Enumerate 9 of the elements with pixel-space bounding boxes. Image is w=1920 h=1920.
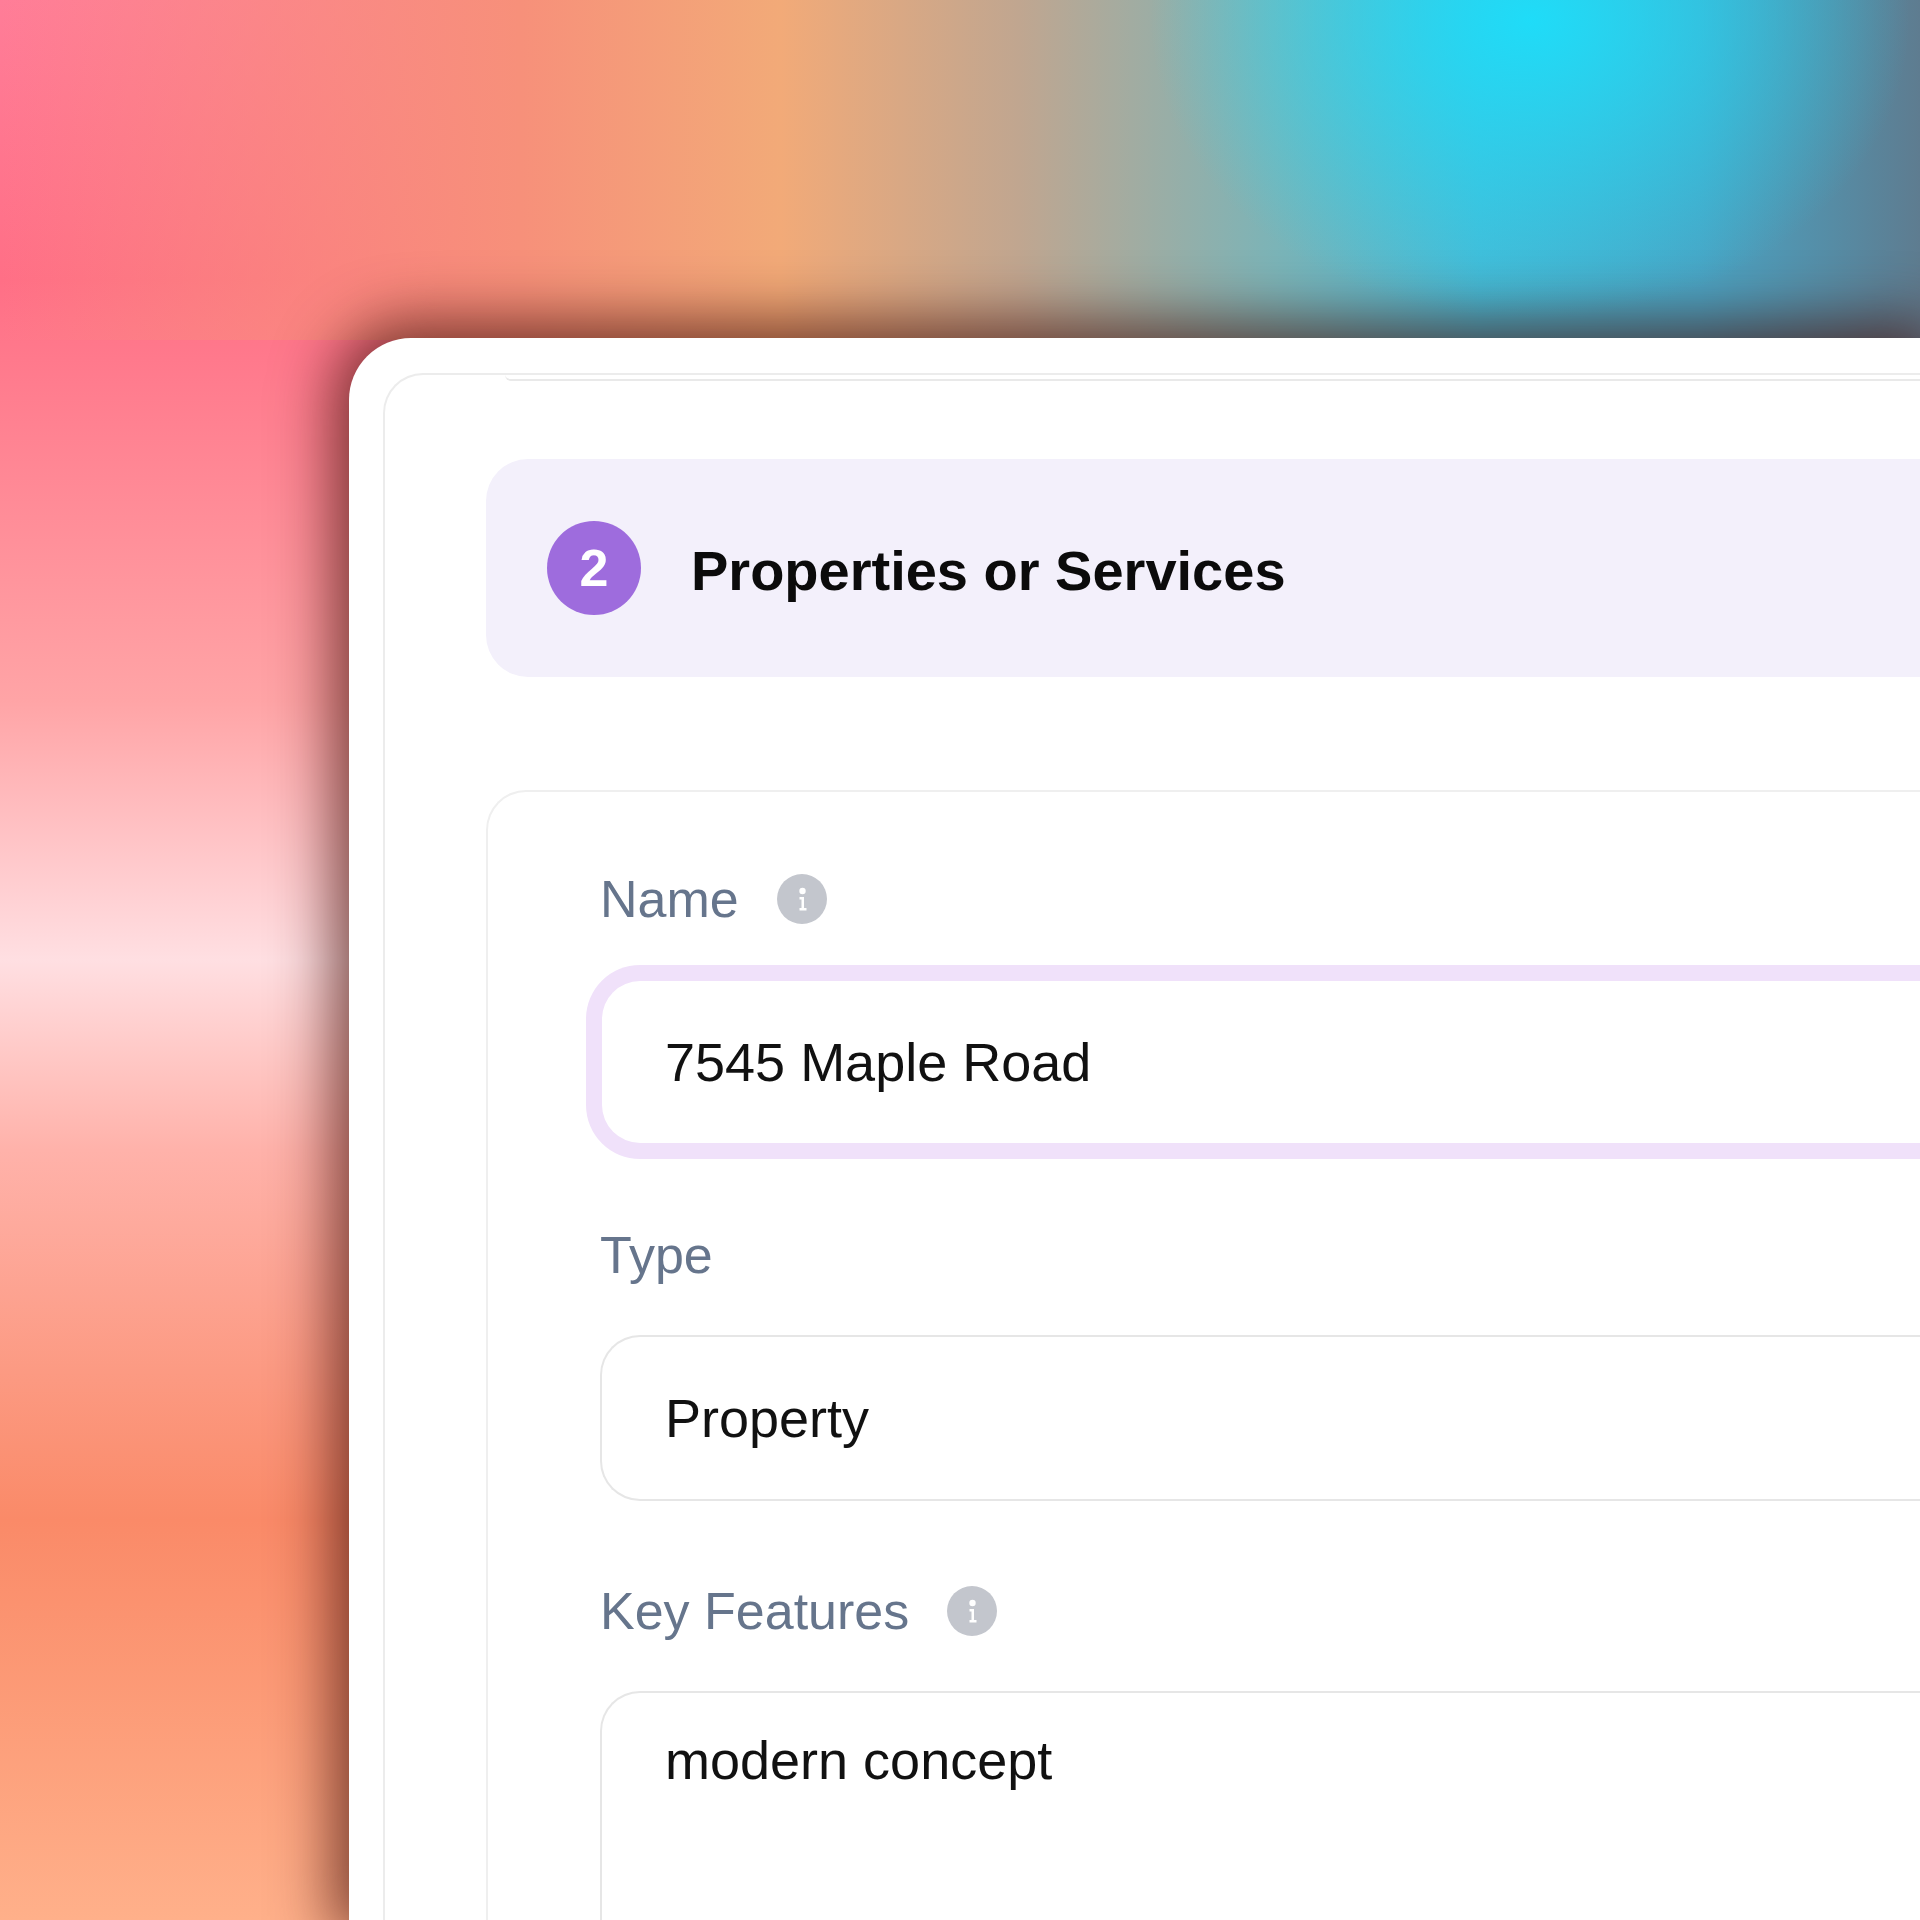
field-label: Key Features: [600, 1581, 910, 1641]
field-label: Name: [600, 869, 739, 929]
info-icon[interactable]: [776, 874, 827, 924]
step-number-badge: 2: [547, 521, 641, 615]
text-area-field[interactable]: modern concept: [600, 1691, 1920, 1920]
text-input-field[interactable]: Property: [600, 1335, 1920, 1501]
info-icon[interactable]: [947, 1586, 998, 1636]
section-title: Properties or Services: [691, 537, 1286, 603]
field-label: Type: [600, 1225, 713, 1285]
